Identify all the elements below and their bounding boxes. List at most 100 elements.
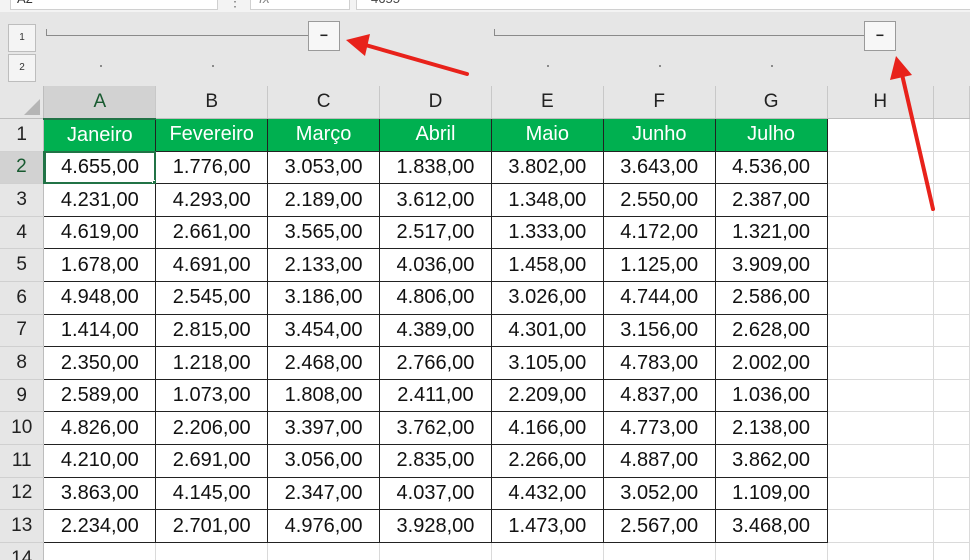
data-cell[interactable]: 4.389,00 <box>379 313 492 348</box>
row-header[interactable]: 11 <box>0 444 45 478</box>
row-header[interactable]: 4 <box>0 216 45 250</box>
empty-cell[interactable] <box>933 509 970 543</box>
data-cell[interactable]: 1.348,00 <box>490 183 604 217</box>
month-header-cell[interactable]: Junho <box>602 118 716 152</box>
data-cell[interactable]: 3.105,00 <box>490 346 604 380</box>
row-header[interactable]: 2 <box>0 151 45 185</box>
month-header-cell[interactable]: Maio <box>490 118 604 152</box>
empty-cell[interactable] <box>933 216 970 250</box>
data-cell[interactable]: 3.802,00 <box>490 150 604 185</box>
data-cell[interactable]: 3.156,00 <box>602 313 716 348</box>
column-header-d[interactable]: D <box>379 86 492 120</box>
data-cell[interactable]: 1.333,00 <box>490 215 604 250</box>
data-cell[interactable]: 2.835,00 <box>379 444 492 478</box>
data-cell[interactable]: 3.643,00 <box>602 150 716 185</box>
data-cell[interactable]: 1.125,00 <box>602 248 716 283</box>
data-cell[interactable]: 1.776,00 <box>155 150 269 185</box>
data-cell[interactable]: 2.586,00 <box>714 281 828 315</box>
empty-cell[interactable] <box>827 379 935 413</box>
fill-handle[interactable] <box>152 180 155 183</box>
data-cell[interactable]: 1.414,00 <box>43 313 157 348</box>
data-cell[interactable]: 2.550,00 <box>602 183 716 217</box>
data-cell[interactable]: 2.589,00 <box>43 378 157 413</box>
column-header-i[interactable] <box>933 86 970 120</box>
empty-cell[interactable] <box>933 542 970 560</box>
data-cell[interactable]: 3.468,00 <box>714 509 828 543</box>
data-cell[interactable]: 2.567,00 <box>602 509 716 543</box>
data-cell[interactable]: 3.862,00 <box>714 444 828 478</box>
data-cell[interactable]: 3.612,00 <box>379 183 492 217</box>
empty-cell[interactable] <box>933 314 970 348</box>
empty-cell[interactable] <box>491 542 604 560</box>
data-cell[interactable]: 3.053,00 <box>267 150 381 185</box>
row-header[interactable]: 14 <box>0 542 45 560</box>
empty-cell[interactable] <box>827 118 935 152</box>
row-header[interactable]: 7 <box>0 314 45 348</box>
data-cell[interactable]: 2.133,00 <box>267 248 381 283</box>
empty-cell[interactable] <box>267 542 381 560</box>
data-cell[interactable]: 4.691,00 <box>155 248 269 283</box>
data-cell[interactable]: 3.056,00 <box>267 444 381 478</box>
data-cell[interactable]: 4.231,00 <box>43 183 157 217</box>
data-cell[interactable]: 2.468,00 <box>267 346 381 380</box>
data-cell[interactable]: 1.218,00 <box>155 346 269 380</box>
group-collapse-button-1[interactable]: − <box>308 21 340 51</box>
data-cell[interactable]: 4.036,00 <box>379 248 492 283</box>
empty-cell[interactable] <box>933 477 970 511</box>
data-cell[interactable]: 4.301,00 <box>490 313 604 348</box>
data-cell[interactable]: 2.691,00 <box>155 444 269 478</box>
empty-cell[interactable] <box>827 509 935 543</box>
empty-cell[interactable] <box>827 477 935 511</box>
empty-cell[interactable] <box>827 281 935 315</box>
group-collapse-button-2[interactable]: − <box>864 21 896 51</box>
data-cell[interactable]: 1.036,00 <box>714 378 828 413</box>
column-header-c[interactable]: C <box>267 86 381 120</box>
empty-cell[interactable] <box>933 118 970 152</box>
empty-cell[interactable] <box>933 183 970 217</box>
data-cell[interactable]: 1.321,00 <box>714 215 828 250</box>
fx-icon[interactable]: fx <box>250 0 350 10</box>
empty-cell[interactable] <box>933 444 970 478</box>
empty-cell[interactable] <box>827 444 935 478</box>
data-cell[interactable]: 2.002,00 <box>714 346 828 380</box>
data-cell[interactable]: 4.783,00 <box>602 346 716 380</box>
data-cell[interactable]: 4.976,00 <box>267 509 381 543</box>
empty-cell[interactable] <box>827 542 935 560</box>
outline-level-1-button[interactable]: 1 <box>8 24 36 52</box>
data-cell[interactable]: 2.411,00 <box>379 378 492 413</box>
data-cell[interactable]: 2.206,00 <box>155 411 269 446</box>
name-box[interactable]: A2 <box>10 0 218 10</box>
row-header[interactable]: 10 <box>0 411 45 446</box>
column-header-a[interactable]: A <box>43 86 157 120</box>
empty-cell[interactable] <box>933 411 970 446</box>
data-cell[interactable]: 2.138,00 <box>714 411 828 446</box>
data-cell[interactable]: 1.458,00 <box>490 248 604 283</box>
month-header-cell[interactable]: Março <box>267 118 381 152</box>
data-cell[interactable]: 4.826,00 <box>43 411 157 446</box>
row-header[interactable]: 6 <box>0 281 45 315</box>
data-cell[interactable]: 3.186,00 <box>267 281 381 315</box>
data-cell[interactable]: 4.166,00 <box>490 411 604 446</box>
empty-cell[interactable] <box>827 248 935 283</box>
month-header-cell[interactable]: Fevereiro <box>155 118 269 152</box>
empty-cell[interactable] <box>379 542 492 560</box>
month-header-cell[interactable]: Abril <box>379 118 492 152</box>
data-cell[interactable]: 3.762,00 <box>379 411 492 446</box>
data-cell[interactable]: 2.266,00 <box>490 444 604 478</box>
empty-cell[interactable] <box>155 542 269 560</box>
data-cell[interactable]: 4.432,00 <box>490 476 604 511</box>
row-header[interactable]: 13 <box>0 509 45 543</box>
data-cell[interactable]: 3.928,00 <box>379 509 492 543</box>
data-cell[interactable]: 2.347,00 <box>267 476 381 511</box>
data-cell[interactable]: 1.473,00 <box>490 509 604 543</box>
formula-input[interactable]: 4655 <box>356 0 970 10</box>
column-header-f[interactable]: F <box>603 86 716 120</box>
select-all-corner[interactable] <box>0 86 45 120</box>
data-cell[interactable]: 3.397,00 <box>267 411 381 446</box>
data-cell[interactable]: 1.073,00 <box>155 378 269 413</box>
data-cell[interactable]: 2.387,00 <box>714 183 828 217</box>
column-header-h[interactable]: H <box>827 86 935 120</box>
data-cell[interactable]: 3.026,00 <box>490 281 604 315</box>
column-header-b[interactable]: B <box>155 86 269 120</box>
empty-cell[interactable] <box>827 183 935 217</box>
